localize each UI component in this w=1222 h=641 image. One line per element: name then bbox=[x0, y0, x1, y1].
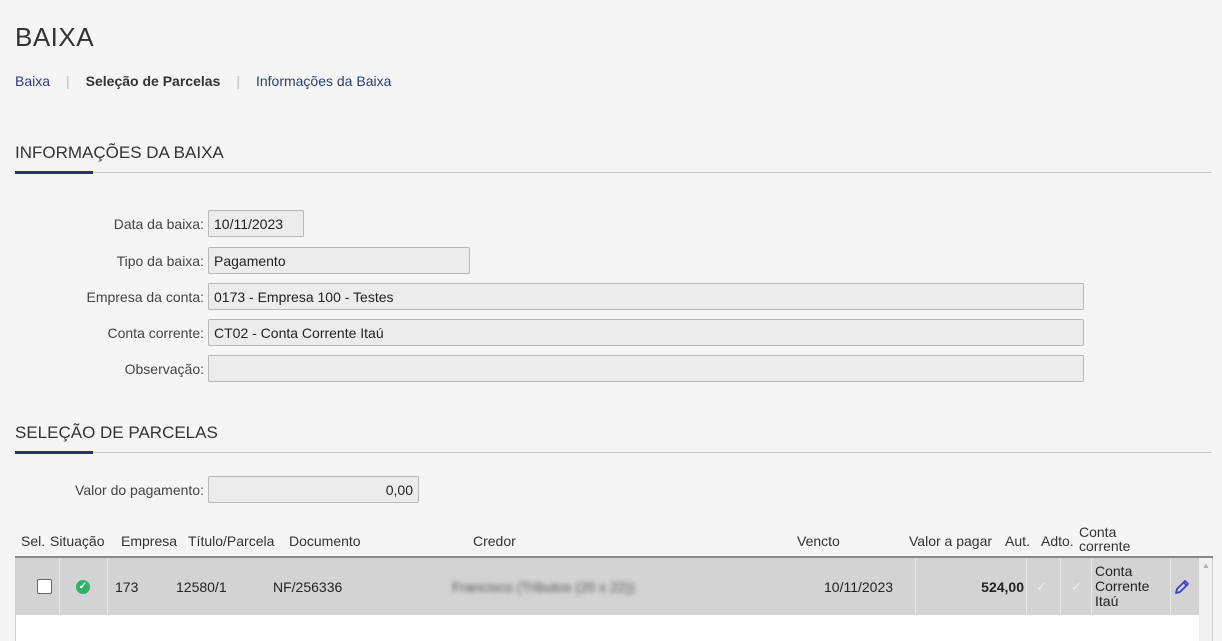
empresa-conta-row: Empresa da conta: 0173 - Empresa 100 - T… bbox=[0, 283, 1084, 310]
conta-corrente-field[interactable]: CT02 - Conta Corrente Itaú bbox=[208, 319, 1084, 346]
empresa-conta-label: Empresa da conta: bbox=[86, 288, 204, 305]
conta-cell: Conta Corrente Itaú bbox=[1095, 563, 1150, 609]
check-icon: ✓ bbox=[1036, 578, 1047, 594]
observacao-row: Observação: bbox=[0, 355, 1084, 382]
table-row[interactable]: ✓ 173 12580/1 NF/256336 Francisco (Tribu… bbox=[16, 558, 1200, 615]
valor-pagamento-row: Valor do pagamento: 0,00 bbox=[0, 476, 419, 503]
breadcrumb-separator: | bbox=[236, 73, 240, 89]
row-select-checkbox[interactable] bbox=[37, 579, 52, 594]
conta-corrente-label: Conta corrente: bbox=[107, 324, 205, 341]
titulo-cell: 12580/1 bbox=[176, 578, 227, 595]
info-section-divider bbox=[15, 171, 1212, 174]
documento-cell: NF/256336 bbox=[273, 578, 343, 595]
data-baixa-label: Data da baixa: bbox=[113, 215, 204, 232]
pencil-icon bbox=[1175, 579, 1189, 594]
table-body: ✓ 173 12580/1 NF/256336 Francisco (Tribu… bbox=[15, 558, 1213, 641]
breadcrumb-baixa-link[interactable]: Baixa bbox=[15, 73, 50, 89]
breadcrumb-informacoes-link[interactable]: Informações da Baixa bbox=[256, 73, 391, 89]
observacao-field[interactable] bbox=[208, 355, 1084, 382]
tipo-baixa-label: Tipo da baixa: bbox=[116, 252, 204, 269]
tipo-baixa-row: Tipo da baixa: Pagamento bbox=[0, 247, 470, 274]
breadcrumb-current: Seleção de Parcelas bbox=[85, 73, 221, 89]
credor-cell: Francisco (Tributos (20 x 22)) bbox=[452, 578, 636, 595]
valor-cell: 524,00 bbox=[981, 578, 1024, 595]
observacao-label: Observação: bbox=[124, 360, 204, 377]
data-baixa-field[interactable]: 10/11/2023 bbox=[208, 210, 304, 237]
situacao-cell: ✓ bbox=[76, 558, 90, 615]
table-scrollbar[interactable]: ▲ bbox=[1199, 558, 1212, 641]
edit-button[interactable] bbox=[1174, 558, 1190, 615]
breadcrumb-separator: | bbox=[66, 73, 70, 89]
table-header: Sel. Situação Empresa Título/Parcela Doc… bbox=[15, 513, 1215, 557]
empresa-cell: 173 bbox=[115, 578, 139, 595]
empresa-conta-field[interactable]: 0173 - Empresa 100 - Testes bbox=[208, 283, 1084, 310]
selection-section-divider bbox=[15, 451, 1212, 454]
col-conta[interactable]: Conta corrente bbox=[1079, 517, 1135, 561]
scroll-up-icon[interactable]: ▲ bbox=[1202, 561, 1210, 570]
tipo-baixa-field[interactable]: Pagamento bbox=[208, 247, 470, 274]
data-baixa-row: Data da baixa: 10/11/2023 bbox=[0, 210, 304, 237]
valor-pagamento-field[interactable]: 0,00 bbox=[208, 476, 419, 503]
selection-section-title: SELEÇÃO DE PARCELAS bbox=[15, 423, 218, 442]
valor-pagamento-label: Valor do pagamento: bbox=[75, 481, 204, 498]
vencto-cell: 10/11/2023 bbox=[824, 578, 894, 595]
page-title: BAIXA bbox=[15, 22, 95, 52]
conta-corrente-row: Conta corrente: CT02 - Conta Corrente It… bbox=[0, 319, 1084, 346]
info-section-title: INFORMAÇÕES DA BAIXA bbox=[15, 143, 224, 162]
breadcrumb: Baixa | Seleção de Parcelas | Informaçõe… bbox=[15, 73, 391, 89]
check-circle-icon: ✓ bbox=[76, 579, 90, 594]
row-select-cell bbox=[37, 558, 52, 615]
check-icon: ✓ bbox=[1071, 578, 1082, 594]
